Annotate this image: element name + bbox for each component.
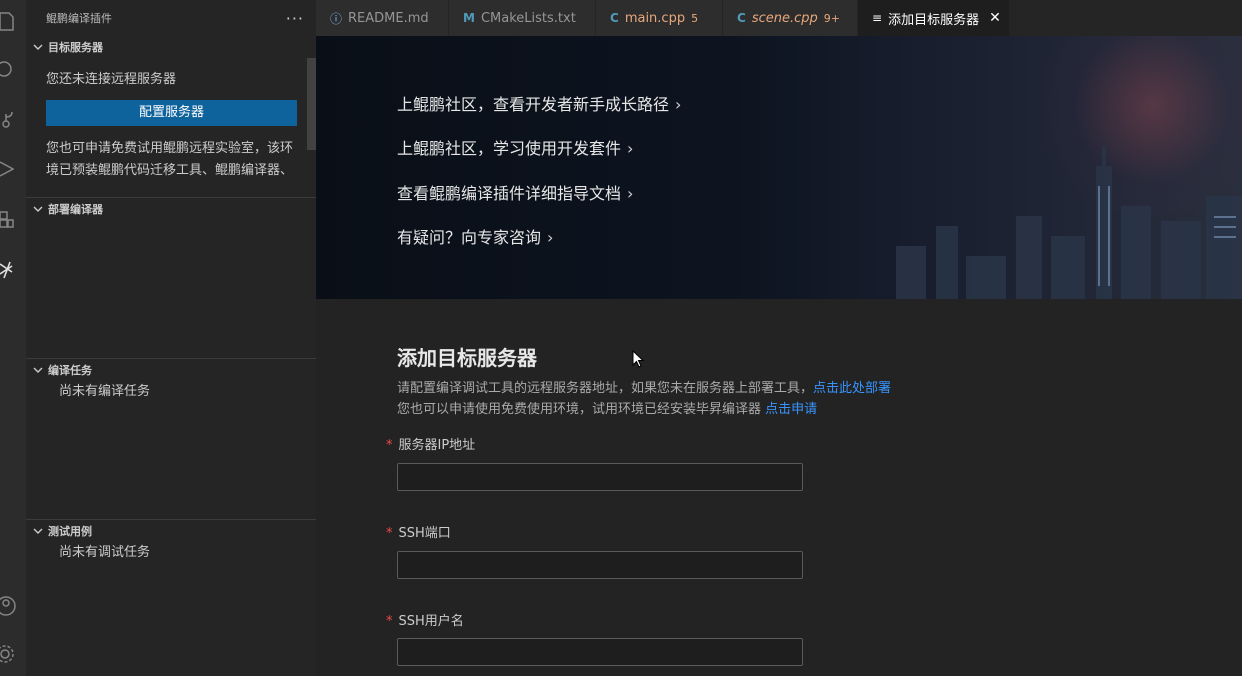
close-tab-icon[interactable]: ✕ [989, 10, 1001, 26]
deploy-compiler-header[interactable]: 部署编译器 [26, 198, 316, 220]
form-description-deploy: 请配置编译调试工具的远程服务器地址，如果您未在服务器上部署工具，点击此处部署 [397, 377, 891, 396]
cpp-file-icon: C [737, 11, 746, 25]
chevron-right-icon: › [675, 95, 682, 114]
tab-cmakelists[interactable]: M CMakeLists.txt [449, 0, 596, 36]
required-mark: * [386, 614, 393, 629]
apply-link[interactable]: 点击申请 [765, 402, 817, 417]
required-mark: * [386, 438, 393, 453]
editor-tabs: ⓘ README.md M CMakeLists.txt C main.cpp … [316, 0, 1242, 36]
tab-scene-cpp[interactable]: C scene.cpp 9+ [723, 0, 858, 36]
chevron-down-icon [30, 523, 46, 539]
webview-content: 上鲲鹏社区，查看开发者新手成长路径 › 上鲲鹏社区，学习使用开发套件 › 查看鲲鹏编… [316, 36, 1242, 676]
run-debug-icon[interactable] [0, 154, 26, 184]
ssh-port-label: * SSH端口 [386, 522, 451, 541]
tab-label: main.cpp [624, 10, 686, 26]
target-server-section: 目标服务器 您还未连接远程服务器 配置服务器 您也可申请免费试用鲲鹏远程实验室，… [26, 36, 316, 197]
server-ip-label: * 服务器IP地址 [386, 434, 475, 453]
compile-task-section: 编译任务 尚未有编译任务 [26, 358, 316, 519]
link-text: 上鲲鹏社区，查看开发者新手成长路径 [397, 95, 670, 114]
label-text: SSH用户名 [398, 614, 464, 629]
chevron-right-icon: › [627, 184, 634, 203]
deploy-compiler-title: 部署编译器 [48, 203, 103, 216]
link-plugin-guide[interactable]: 查看鲲鹏编译插件详细指导文档 › [397, 180, 633, 204]
search-icon[interactable] [0, 54, 26, 84]
tab-label: scene.cpp [751, 10, 818, 26]
compile-task-header[interactable]: 编译任务 [26, 359, 316, 381]
compile-task-title: 编译任务 [48, 364, 92, 377]
hero-banner: 上鲲鹏社区，查看开发者新手成长路径 › 上鲲鹏社区，学习使用开发套件 › 查看鲲鹏编… [316, 36, 1242, 299]
sidebar-title: 鲲鹏编译插件 [46, 12, 112, 25]
preview-icon: ≡ [872, 11, 883, 25]
target-server-title: 目标服务器 [48, 41, 103, 54]
chevron-down-icon [30, 362, 46, 378]
compile-task-empty: 尚未有编译任务 [59, 384, 151, 399]
form-title: 添加目标服务器 [397, 346, 537, 370]
explorer-icon[interactable] [0, 6, 26, 36]
chevron-down-icon [30, 39, 46, 55]
chevron-right-icon: › [547, 228, 554, 247]
activity-bar [0, 0, 26, 676]
tab-label: README.md [348, 10, 429, 26]
more-actions-icon[interactable]: ··· [286, 9, 304, 28]
configure-server-button[interactable]: 配置服务器 [46, 100, 297, 126]
free-trial-text: 您也可申请免费试用鲲鹏远程实验室，该环境已预装鲲鹏代码迁移工具、鲲鹏编译器、鲲鹏… [46, 141, 294, 178]
test-case-section: 测试用例 尚未有调试任务 [26, 519, 316, 676]
link-text: 上鲲鹏社区，学习使用开发套件 [397, 139, 622, 158]
deploy-compiler-section: 部署编译器 [26, 197, 316, 358]
test-case-title: 测试用例 [48, 525, 92, 538]
test-case-empty: 尚未有调试任务 [59, 545, 151, 560]
account-icon[interactable] [0, 591, 26, 621]
sidebar-scrollbar[interactable] [307, 58, 316, 150]
ssh-port-input[interactable] [397, 551, 803, 579]
deploy-link[interactable]: 点击此处部署 [813, 381, 891, 396]
link-ask-expert[interactable]: 有疑问？向专家咨询 › [397, 224, 553, 248]
target-server-header[interactable]: 目标服务器 [26, 36, 316, 58]
problem-count-badge: 9+ [823, 11, 840, 25]
chevron-right-icon: › [627, 139, 634, 158]
ssh-username-label: * SSH用户名 [386, 610, 464, 629]
gear-icon[interactable] [0, 639, 26, 669]
tab-readme[interactable]: ⓘ README.md [316, 0, 449, 36]
info-icon: ⓘ [330, 11, 343, 26]
tab-label: 添加目标服务器 [888, 12, 980, 28]
cpp-file-icon: C [610, 11, 619, 25]
desc-text: 请配置编译调试工具的远程服务器地址，如果您未在服务器上部署工具， [397, 381, 814, 396]
link-learn-devkit[interactable]: 上鲲鹏社区，学习使用开发套件 › [397, 135, 633, 159]
form-description-apply: 您也可以申请使用免费使用环境，试用环境已经安装毕昇编译器 点击申请 [397, 398, 817, 417]
test-case-header[interactable]: 测试用例 [26, 520, 316, 542]
extensions-icon[interactable] [0, 204, 26, 234]
sidebar: 鲲鹏编译插件 ··· 目标服务器 您还未连接远程服务器 配置服务器 您也可申请免… [26, 0, 316, 676]
kunpeng-plugin-icon[interactable] [0, 254, 26, 284]
tab-main-cpp[interactable]: C main.cpp 5 [596, 0, 723, 36]
link-text: 有疑问？向专家咨询 [397, 228, 542, 247]
chevron-down-icon [30, 201, 46, 217]
link-text: 查看鲲鹏编译插件详细指导文档 [397, 184, 622, 203]
required-mark: * [386, 526, 393, 541]
link-developer-path[interactable]: 上鲲鹏社区，查看开发者新手成长路径 › [397, 91, 681, 115]
label-text: 服务器IP地址 [398, 438, 476, 453]
not-connected-text: 您还未连接远程服务器 [46, 72, 177, 87]
mouse-pointer-icon [632, 350, 644, 368]
problem-count-badge: 5 [691, 11, 699, 25]
label-text: SSH端口 [398, 526, 451, 541]
desc-text: 您也可以申请使用免费使用环境，试用环境已经安装毕昇编译器 [397, 402, 762, 417]
tab-add-target-server[interactable]: ≡ 添加目标服务器 ✕ [858, 0, 1010, 36]
server-ip-input[interactable] [397, 463, 803, 491]
city-skyline-illustration [896, 146, 1242, 299]
tab-label: CMakeLists.txt [480, 10, 576, 26]
ssh-username-input[interactable] [397, 638, 803, 666]
source-control-icon[interactable] [0, 104, 26, 134]
markdown-m-icon: M [463, 11, 475, 25]
sidebar-header: 鲲鹏编译插件 ··· [26, 0, 316, 36]
